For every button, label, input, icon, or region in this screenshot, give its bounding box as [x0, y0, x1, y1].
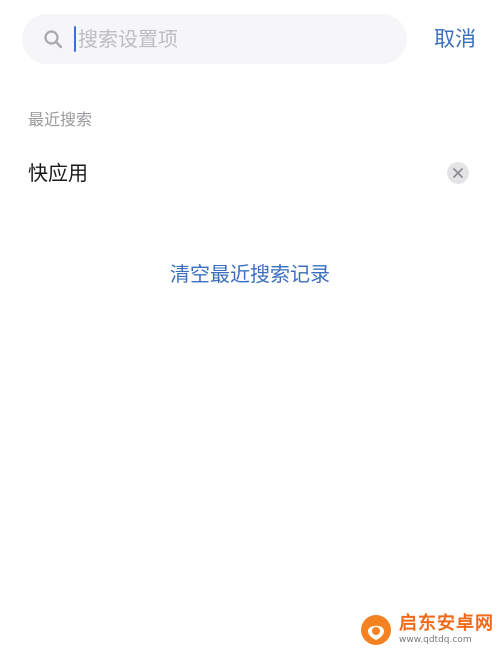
search-header: 取消 — [0, 0, 500, 80]
recent-item-label: 快应用 — [28, 161, 88, 185]
search-settings-page: 取消 最近搜索 快应用 清空最近搜索记录 启东安卓网 www.qdtdq.com — [0, 0, 500, 653]
clear-history-button[interactable]: 清空最近搜索记录 — [0, 258, 500, 290]
watermark: 启东安卓网 www.qdtdq.com — [359, 613, 494, 647]
watermark-name: 启东安卓网 — [399, 613, 494, 634]
watermark-url: www.qdtdq.com — [399, 635, 472, 645]
search-input-wrap — [74, 24, 407, 54]
recent-searches-title: 最近搜索 — [28, 110, 93, 129]
list-item[interactable]: 快应用 — [0, 150, 500, 196]
logo-icon — [361, 615, 391, 645]
text-caret — [74, 26, 76, 52]
cancel-button[interactable]: 取消 — [434, 24, 476, 54]
search-icon — [42, 28, 64, 50]
close-icon — [453, 168, 463, 178]
search-box[interactable] — [22, 14, 407, 64]
remove-recent-button[interactable] — [447, 162, 469, 184]
watermark-text: 启东安卓网 www.qdtdq.com — [399, 614, 494, 646]
search-input[interactable] — [78, 27, 338, 51]
